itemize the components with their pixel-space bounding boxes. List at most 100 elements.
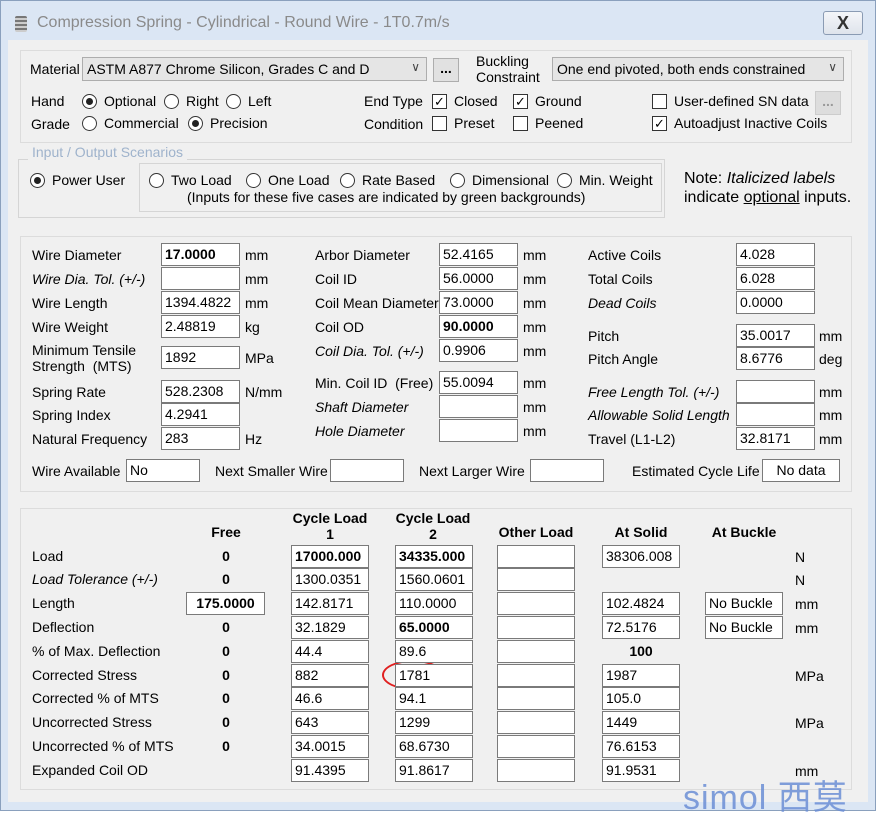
coil-dia-tol-field[interactable]: 0.9906: [439, 339, 518, 362]
length-other-load-field[interactable]: [497, 592, 575, 615]
coil-mean-diameter-unit: mm: [523, 295, 547, 311]
load-other-load-field[interactable]: [497, 545, 575, 568]
next-larger-field[interactable]: [530, 459, 604, 482]
corrected-of-mts-at-solid-field[interactable]: 105.0: [602, 687, 680, 710]
arbor-diameter-field[interactable]: 52.4165: [439, 243, 518, 266]
pitch-angle-label: Pitch Angle: [588, 351, 659, 367]
of-max-deflection-label: % of Max. Deflection: [32, 643, 161, 659]
deflection-other-load-field[interactable]: [497, 616, 575, 639]
corrected-of-mts-cycle-load-1-field[interactable]: 46.6: [291, 687, 369, 710]
uncorrected-stress-at-solid-field[interactable]: 1449: [602, 711, 680, 734]
next-smaller-field[interactable]: [330, 459, 404, 482]
corrected-stress-other-load-field[interactable]: [497, 664, 575, 687]
corrected-stress-at-solid-field[interactable]: 1987: [602, 664, 680, 687]
free-length-tol-field[interactable]: [736, 380, 815, 403]
expanded-coil-od-other-load-field[interactable]: [497, 759, 575, 782]
corrected-stress-cycle-load-1-field[interactable]: 882: [291, 664, 369, 687]
ground-checkbox[interactable]: ✓: [513, 94, 528, 109]
uncorrected-of-mts-other-load-field[interactable]: [497, 735, 575, 758]
length-at-buckle-field[interactable]: No Buckle: [705, 592, 783, 615]
length-free-field[interactable]: 175.0000: [186, 592, 265, 615]
length-cycle-load-1-field[interactable]: 142.8171: [291, 592, 369, 615]
material-select[interactable]: ASTM A877 Chrome Silicon, Grades C and D…: [82, 57, 427, 81]
column-header-at-solid: At Solid: [614, 524, 668, 540]
deflection-cycle-load-1-field[interactable]: 32.1829: [291, 616, 369, 639]
total-coils-field[interactable]: 6.028: [736, 267, 815, 290]
pitch-angle-field[interactable]: 8.6776: [736, 347, 815, 370]
coil-mean-diameter-field[interactable]: 73.0000: [439, 291, 518, 314]
expanded-coil-od-cycle-load-2-field[interactable]: 91.8617: [395, 759, 473, 782]
deflection-at-buckle-field[interactable]: No Buckle: [705, 616, 783, 639]
shaft-diameter-field[interactable]: [439, 395, 518, 418]
deflection-at-solid-field[interactable]: 72.5176: [602, 616, 680, 639]
cycle-life-field[interactable]: No data: [762, 459, 840, 482]
active-coils-field[interactable]: 4.028: [736, 243, 815, 266]
preset-label: Preset: [454, 115, 495, 131]
close-button[interactable]: X: [823, 11, 863, 35]
buckling-constraint-select[interactable]: One end pivoted, both ends constrained ∨: [552, 57, 844, 81]
autoadjust-checkbox[interactable]: ✓: [652, 116, 667, 131]
uncorrected-stress-other-load-field[interactable]: [497, 711, 575, 734]
travel-l1-l2-field[interactable]: 32.8171: [736, 427, 815, 450]
allowable-solid-length-field[interactable]: [736, 403, 815, 426]
closed-checkbox[interactable]: ✓: [432, 94, 447, 109]
min-weight-radio[interactable]: [557, 173, 572, 188]
one-load-radio[interactable]: [246, 173, 261, 188]
power-user-radio[interactable]: [30, 173, 45, 188]
uncorrected-stress-cycle-load-2-field[interactable]: 1299: [395, 711, 473, 734]
spring-rate-field[interactable]: 528.2308: [161, 380, 240, 403]
wire-length-field[interactable]: 1394.4822: [161, 291, 240, 314]
grade-commercial-radio[interactable]: [82, 116, 97, 131]
load-tolerance-other-load-field[interactable]: [497, 568, 575, 591]
two-load-radio[interactable]: [149, 173, 164, 188]
load-cycle-load-2-field[interactable]: 34335.000: [395, 545, 473, 568]
load-tolerance-cycle-load-2-field[interactable]: 1560.0601: [395, 568, 473, 591]
coil-id-field[interactable]: 56.0000: [439, 267, 518, 290]
load-tolerance-cycle-load-1-field[interactable]: 1300.0351: [291, 568, 369, 591]
hole-diameter-field[interactable]: [439, 419, 518, 442]
corrected-of-mts-other-load-field[interactable]: [497, 687, 575, 710]
load-cycle-load-1-field[interactable]: 17000.000: [291, 545, 369, 568]
sn-data-checkbox[interactable]: [652, 94, 667, 109]
material-browse-button[interactable]: ...: [433, 58, 459, 82]
length-at-solid-field[interactable]: 102.4824: [602, 592, 680, 615]
sn-data-button[interactable]: ...: [815, 91, 841, 115]
hand-optional-radio[interactable]: [82, 94, 97, 109]
grade-precision-radio[interactable]: [188, 116, 203, 131]
hand-left-radio[interactable]: [226, 94, 241, 109]
minimum-tensile-strength-mts-field[interactable]: 1892: [161, 346, 240, 369]
uncorrected-of-mts-at-solid-field[interactable]: 76.6153: [602, 735, 680, 758]
length-cycle-load-2-field[interactable]: 110.0000: [395, 592, 473, 615]
corrected-stress-cycle-load-2-field[interactable]: 1781: [395, 664, 473, 687]
of-max-deflection-other-load-field[interactable]: [497, 640, 575, 663]
scenarios-legend: Input / Output Scenarios: [28, 144, 187, 160]
uncorrected-of-mts-cycle-load-1-field[interactable]: 34.0015: [291, 735, 369, 758]
free-length-tol-label: Free Length Tol. (+/-): [588, 384, 720, 400]
of-max-deflection-cycle-load-1-field[interactable]: 44.4: [291, 640, 369, 663]
expanded-coil-od-at-solid-field[interactable]: 91.9531: [602, 759, 680, 782]
natural-frequency-field[interactable]: 283: [161, 427, 240, 450]
uncorrected-of-mts-cycle-load-2-field[interactable]: 68.6730: [395, 735, 473, 758]
min-coil-id-free-field[interactable]: 55.0094: [439, 371, 518, 394]
wire-available-field[interactable]: No: [126, 459, 200, 482]
dead-coils-field[interactable]: 0.0000: [736, 291, 815, 314]
spring-index-field[interactable]: 4.2941: [161, 403, 240, 426]
total-coils-label: Total Coils: [588, 271, 653, 287]
coil-od-field[interactable]: 90.0000: [439, 315, 518, 338]
wire-weight-field[interactable]: 2.48819: [161, 315, 240, 338]
of-max-deflection-cycle-load-2-field[interactable]: 89.6: [395, 640, 473, 663]
wire-dia-tol-field[interactable]: [161, 267, 240, 290]
rate-based-radio[interactable]: [340, 173, 355, 188]
uncorrected-stress-cycle-load-1-field[interactable]: 643: [291, 711, 369, 734]
natural-frequency-unit: Hz: [245, 431, 263, 447]
load-at-solid-field[interactable]: 38306.008: [602, 545, 680, 568]
hand-right-radio[interactable]: [164, 94, 179, 109]
preset-checkbox[interactable]: [432, 116, 447, 131]
peened-checkbox[interactable]: [513, 116, 528, 131]
deflection-cycle-load-2-field[interactable]: 65.0000: [395, 616, 473, 639]
corrected-of-mts-cycle-load-2-field[interactable]: 94.1: [395, 687, 473, 710]
pitch-field[interactable]: 35.0017: [736, 324, 815, 347]
wire-diameter-field[interactable]: 17.0000: [161, 243, 240, 266]
expanded-coil-od-cycle-load-1-field[interactable]: 91.4395: [291, 759, 369, 782]
dimensional-radio[interactable]: [450, 173, 465, 188]
